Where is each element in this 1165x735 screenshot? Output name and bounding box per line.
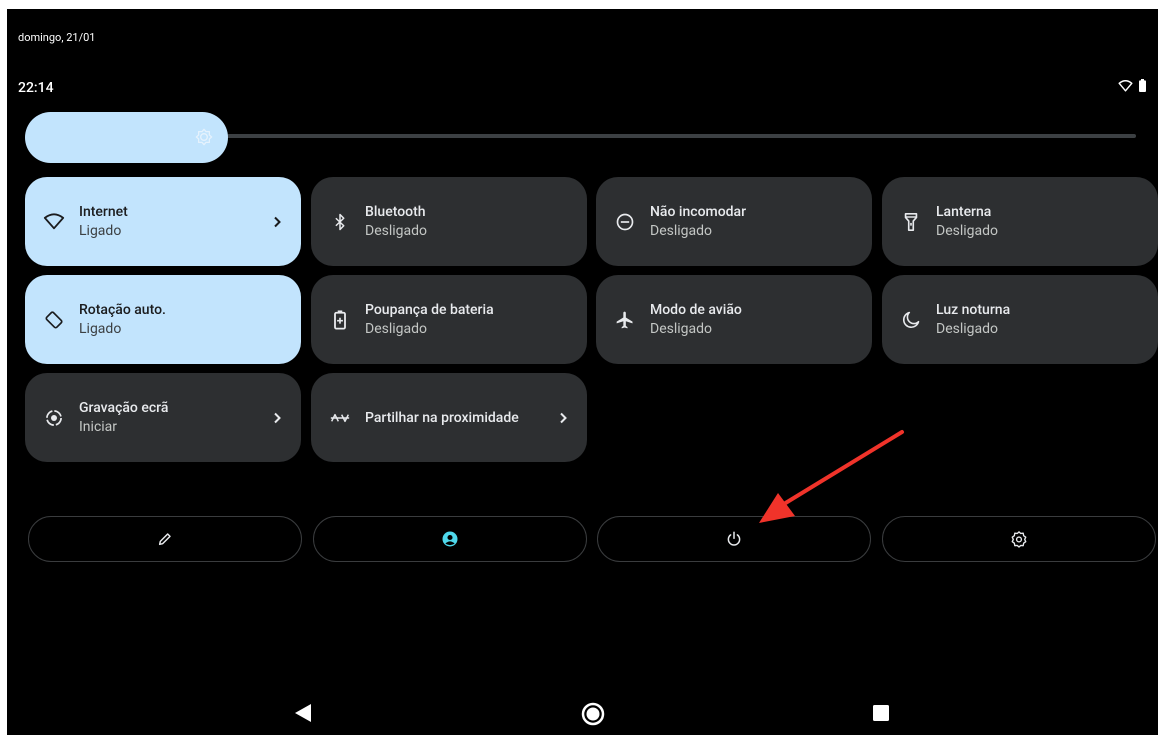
back-button[interactable]	[295, 704, 312, 722]
recents-button[interactable]	[873, 705, 889, 721]
navigation-bar	[7, 689, 1158, 735]
annotation-arrow	[759, 430, 904, 523]
home-button[interactable]	[581, 702, 605, 726]
quick-settings-panel: domingo, 21/01 22:14 Internet Ligado Blu…	[7, 9, 1158, 735]
